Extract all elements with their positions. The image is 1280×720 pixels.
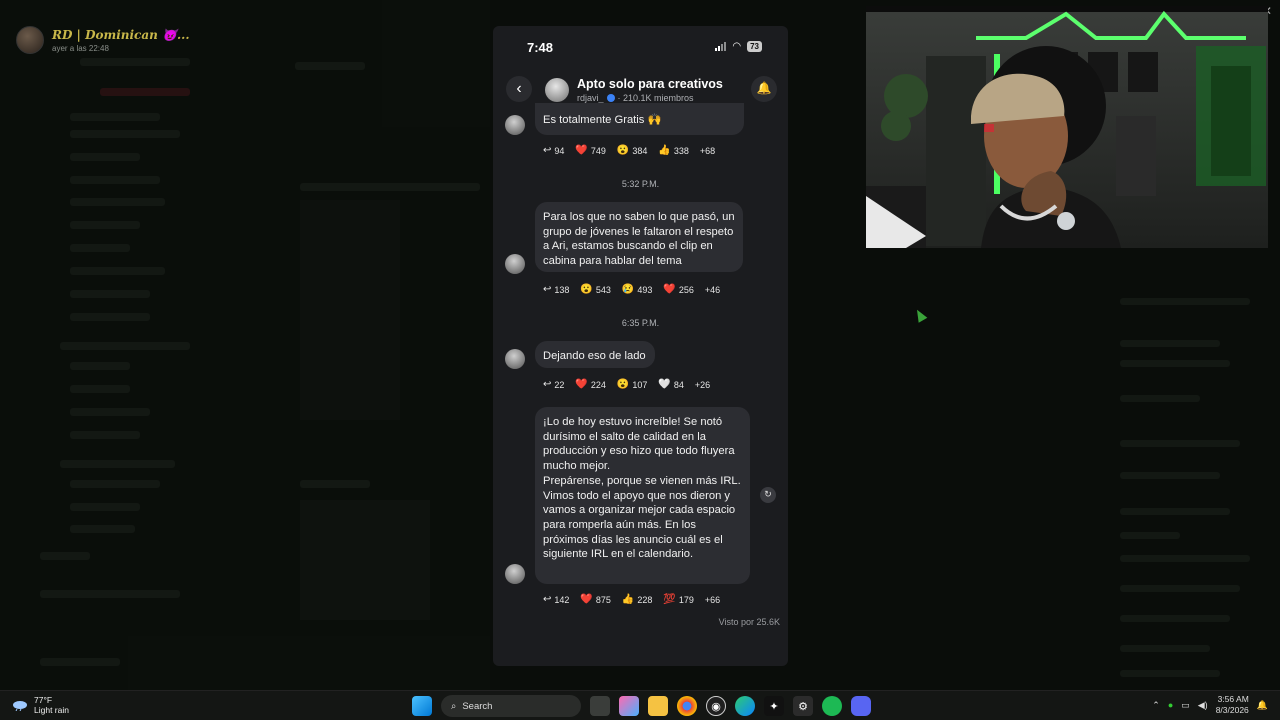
- discord-icon[interactable]: [851, 696, 871, 716]
- channel-subtitle: rdjavi_ · 210.1K miembros: [577, 93, 694, 103]
- reaction-more[interactable]: +66: [705, 595, 720, 605]
- volume-icon[interactable]: ◀): [1198, 700, 1208, 711]
- signal-icon: [715, 42, 727, 51]
- clock-time: 3:56 AM: [1217, 694, 1249, 704]
- search-icon: ⌕: [451, 700, 457, 712]
- avatar: [505, 564, 525, 584]
- verified-icon: [606, 94, 615, 102]
- message-bubble[interactable]: Dejando eso de lado: [535, 341, 655, 368]
- reaction-row: ↩ 94 ❤️ 749 😮 384 👍 338 +68: [543, 145, 715, 156]
- share-icon[interactable]: ↻: [760, 487, 776, 503]
- notification-bell-icon[interactable]: 🔔: [1257, 700, 1268, 711]
- battery-badge: 73: [747, 41, 762, 52]
- discord-background-panel: [0, 0, 490, 690]
- mic-icon[interactable]: ●: [1168, 700, 1173, 710]
- channel-members: · 210.1K miembros: [617, 93, 694, 103]
- cloud-rain-icon: [13, 701, 27, 711]
- settings-icon[interactable]: ⚙: [793, 696, 813, 716]
- reaction-heart[interactable]: ❤️ 224: [575, 379, 605, 390]
- reaction-wow[interactable]: 😮 543: [580, 284, 610, 295]
- reaction-thumbs-up[interactable]: 👍 228: [622, 594, 652, 605]
- message-text: Para los que no saben lo que pasó, un gr…: [543, 211, 735, 268]
- wifi-icon: ◠: [732, 41, 742, 52]
- avatar: [505, 115, 525, 135]
- reaction-sad[interactable]: 😢 493: [622, 284, 652, 295]
- windows-taskbar: 77°F Light rain ⌕ Search ◉ ✦ ⚙ ⌃ ● ▭ ◀) …: [0, 690, 1280, 720]
- clock-date: 8/3/2026: [1215, 705, 1249, 715]
- reply-count[interactable]: ↩ 94: [543, 145, 564, 156]
- discord-member-list-background: [1110, 250, 1280, 690]
- chevron-up-icon[interactable]: ⌃: [1152, 700, 1160, 711]
- avatar: [505, 254, 525, 274]
- reaction-heart[interactable]: ❤️ 875: [580, 594, 610, 605]
- system-tray: ⌃ ● ▭ ◀) 3:56 AM 8/3/2026 🔔: [1152, 694, 1268, 716]
- spotify-icon[interactable]: [822, 696, 842, 716]
- reaction-row: ↩ 142 ❤️ 875 👍 228 💯 179 +66: [543, 594, 720, 605]
- weather-temp: 77°F: [34, 695, 53, 705]
- reaction-heart[interactable]: ❤️ 749: [575, 145, 605, 156]
- network-icon[interactable]: ▭: [1181, 700, 1190, 711]
- seen-count: Visto por 25.6K: [718, 617, 780, 627]
- clock[interactable]: 3:56 AM 8/3/2026: [1216, 694, 1249, 716]
- reaction-row: ↩ 138 😮 543 😢 493 ❤️ 256 +46: [543, 284, 720, 295]
- notification-user: RD | Dominican 😈... ayer a las 22:48: [16, 26, 190, 54]
- reaction-more[interactable]: +26: [695, 380, 710, 390]
- phone-screen: 7:48 ◠ 73 ‹ Apto solo para creativos rdj…: [493, 26, 788, 666]
- message-bubble[interactable]: ¡Lo de hoy estuvo increíble! Se notó dur…: [535, 407, 750, 584]
- message-paragraph: Prepárense, porque se vienen más IRL. Vi…: [543, 474, 741, 561]
- app-icon[interactable]: ✦: [764, 696, 784, 716]
- channel-title[interactable]: Apto solo para creativos: [577, 77, 723, 91]
- copilot-icon[interactable]: [619, 696, 639, 716]
- message-text: Es totalmente Gratis 🙌: [543, 114, 662, 126]
- status-time: 7:48: [527, 40, 554, 55]
- weather-desc: Light rain: [34, 705, 69, 715]
- file-explorer-icon[interactable]: [648, 696, 668, 716]
- reaction-hundred[interactable]: 💯 179: [663, 594, 693, 605]
- reaction-wow[interactable]: 😮 107: [617, 379, 647, 390]
- channel-handle: rdjavi_: [577, 93, 604, 103]
- mouse-cursor: [912, 307, 928, 323]
- reply-count[interactable]: ↩ 142: [543, 594, 569, 605]
- webcam-image: [866, 6, 1268, 248]
- time-separator: 6:35 P.M.: [621, 318, 660, 328]
- chrome-icon[interactable]: [677, 696, 697, 716]
- bell-icon[interactable]: 🔔: [751, 76, 777, 102]
- message-text: Dejando eso de lado: [543, 350, 646, 362]
- windows-start-icon[interactable]: [412, 696, 432, 716]
- obs-icon[interactable]: ◉: [706, 696, 726, 716]
- back-button[interactable]: ‹: [506, 76, 532, 102]
- search-label: Search: [462, 700, 493, 712]
- search-input[interactable]: ⌕ Search: [441, 695, 581, 717]
- status-bar: 7:48 ◠ 73: [493, 26, 788, 66]
- avatar: [16, 26, 44, 54]
- reply-count[interactable]: ↩ 138: [543, 284, 569, 295]
- reaction-row: ↩ 22 ❤️ 224 😮 107 🤍 84 +26: [543, 379, 710, 390]
- channel-avatar[interactable]: [545, 78, 569, 102]
- desktop-screen: RD | Dominican 😈... ayer a las 22:48 ✕ 7…: [0, 0, 1280, 690]
- reaction-heart[interactable]: ❤️ 256: [663, 284, 693, 295]
- weather-widget[interactable]: 77°F Light rain: [12, 695, 69, 715]
- reaction-wow[interactable]: 😮 384: [617, 145, 647, 156]
- reaction-more[interactable]: +68: [700, 146, 715, 156]
- time-separator: 5:32 P.M.: [621, 179, 660, 189]
- message-bubble[interactable]: Es totalmente Gratis 🙌: [535, 103, 744, 135]
- reaction-thumbs-up[interactable]: 👍 338: [658, 145, 688, 156]
- reaction-more[interactable]: +46: [705, 285, 720, 295]
- avatar: [505, 349, 525, 369]
- taskbar-apps: ⌕ Search ◉ ✦ ⚙: [412, 695, 871, 717]
- task-view-icon[interactable]: [590, 696, 610, 716]
- webcam-feed: [866, 6, 1268, 248]
- message-paragraph: ¡Lo de hoy estuvo increíble! Se notó dur…: [543, 416, 735, 473]
- edge-icon[interactable]: [735, 696, 755, 716]
- reply-count[interactable]: ↩ 22: [543, 379, 564, 390]
- user-display-name: RD | Dominican 😈...: [52, 27, 190, 42]
- reaction-white-heart[interactable]: 🤍 84: [658, 379, 683, 390]
- message-timestamp: ayer a las 22:48: [52, 43, 109, 53]
- message-bubble[interactable]: Para los que no saben lo que pasó, un gr…: [535, 202, 743, 272]
